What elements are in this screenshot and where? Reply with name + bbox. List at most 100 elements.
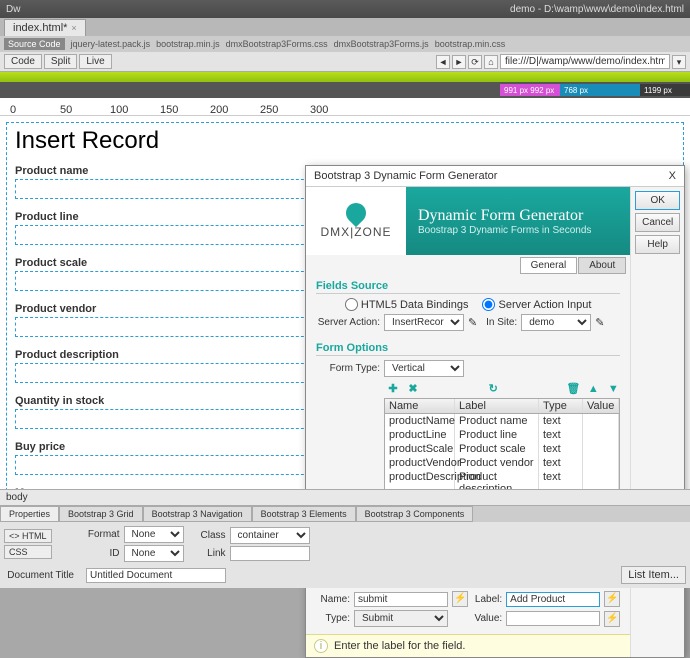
tab-label: index.html* — [13, 22, 67, 34]
live-view-button[interactable]: Live — [79, 54, 111, 69]
prop-tab[interactable]: Bootstrap 3 Grid — [59, 506, 143, 522]
bolt-icon[interactable]: ⚡ — [604, 611, 620, 627]
fp-name-input[interactable] — [354, 592, 448, 607]
ruler: 050100150200250300 — [0, 98, 690, 116]
class-select[interactable]: container — [230, 527, 310, 544]
home-icon[interactable]: ⌂ — [484, 55, 498, 69]
fp-type-select[interactable]: Submit — [354, 610, 448, 627]
prop-tab[interactable]: Bootstrap 3 Elements — [252, 506, 356, 522]
address-input[interactable] — [500, 54, 670, 69]
grid-row[interactable]: productScaleProduct scaletext — [385, 442, 619, 456]
css-tag[interactable]: CSS — [4, 545, 52, 559]
help-button[interactable]: Help — [635, 235, 680, 254]
col-label[interactable]: Label — [455, 399, 539, 413]
hint-bar: i Enter the label for the field. — [306, 634, 630, 657]
app-titlebar: Dw demo - D:\wamp\www\demo\index.html — [0, 0, 690, 18]
prop-tab[interactable]: Properties — [0, 506, 59, 522]
server-action-label: Server Action: — [316, 317, 380, 328]
cancel-button[interactable]: Cancel — [635, 213, 680, 232]
prop-tab[interactable]: Bootstrap 3 Navigation — [143, 506, 252, 522]
hero-title: Dynamic Form Generator — [418, 207, 630, 225]
in-site-label: In Site: — [481, 317, 517, 328]
breakpoint-bar: 991 px 992 px 768 px 1199 px — [0, 82, 690, 98]
format-label: Format — [64, 529, 120, 540]
list-item-button[interactable]: List Item... — [621, 566, 686, 584]
in-site-select[interactable]: demo — [521, 314, 591, 331]
grid-row[interactable]: productVendorProduct vendortext — [385, 456, 619, 470]
app-title: demo - D:\wamp\www\demo\index.html — [510, 4, 684, 15]
page-heading: Insert Record — [15, 127, 675, 155]
status-strip — [0, 72, 690, 82]
dialog-titlebar[interactable]: Bootstrap 3 Dynamic Form Generator X — [306, 166, 684, 187]
section-form-options: Form Options — [316, 342, 620, 356]
col-value[interactable]: Value — [583, 399, 619, 413]
related-file[interactable]: dmxBootstrap3Forms.css — [226, 39, 328, 49]
app-logo: Dw — [6, 4, 20, 15]
dom-breadcrumb[interactable]: body — [0, 489, 690, 506]
refresh-icon[interactable]: ↻ — [486, 382, 500, 396]
fp-type-label: Type: — [316, 613, 350, 624]
close-icon[interactable]: X — [669, 170, 676, 182]
view-toolbar: Code Split Live ◄ ► ⟳ ⌂ ▾ — [0, 52, 690, 72]
related-file[interactable]: dmxBootstrap3Forms.js — [334, 39, 429, 49]
ok-button[interactable]: OK — [635, 191, 680, 210]
fp-value-input[interactable] — [506, 611, 600, 626]
hint-text: Enter the label for the field. — [334, 640, 465, 652]
breakpoint[interactable]: 768 px — [560, 84, 640, 96]
dropdown-icon[interactable]: ▾ — [672, 55, 686, 69]
col-type[interactable]: Type — [539, 399, 583, 413]
related-file[interactable]: bootstrap.min.js — [156, 39, 220, 49]
refresh-icon[interactable]: ⟳ — [468, 55, 482, 69]
form-type-select[interactable]: Vertical — [384, 360, 464, 377]
link-input[interactable] — [230, 546, 310, 561]
fp-name-label: Name: — [316, 594, 350, 605]
grid-row[interactable]: productLineProduct linetext — [385, 428, 619, 442]
section-fields-source: Fields Source — [316, 280, 620, 294]
dmxzone-logo: DMX|ZONE — [306, 187, 406, 255]
edit-icon[interactable]: ✎ — [468, 316, 477, 329]
col-name[interactable]: Name — [385, 399, 455, 413]
add-icon[interactable]: ✚ — [386, 382, 400, 396]
drop-icon — [342, 199, 370, 227]
source-bar: Source Code jquery-latest.pack.js bootst… — [0, 36, 690, 52]
related-file[interactable]: jquery-latest.pack.js — [71, 39, 151, 49]
radio-html5-label: HTML5 Data Bindings — [361, 299, 469, 311]
grid-row[interactable]: productNameProduct nametext — [385, 414, 619, 428]
back-icon[interactable]: ◄ — [436, 55, 450, 69]
bolt-icon[interactable]: ⚡ — [452, 591, 468, 607]
radio-server-label: Server Action Input — [498, 299, 591, 311]
tab-about[interactable]: About — [578, 257, 626, 274]
info-icon: i — [314, 639, 328, 653]
radio-server[interactable] — [482, 298, 495, 311]
down-icon[interactable]: ▼ — [606, 382, 620, 396]
breakpoint[interactable]: 991 px 992 px — [500, 84, 560, 96]
close-icon[interactable]: × — [71, 23, 76, 33]
delete-icon[interactable]: ✖ — [406, 382, 420, 396]
dialog-title: Bootstrap 3 Dynamic Form Generator — [314, 170, 497, 182]
fp-value-label: Value: — [472, 613, 502, 624]
related-file[interactable]: bootstrap.min.css — [435, 39, 506, 49]
html-tag[interactable]: <> HTML — [4, 529, 52, 543]
format-select[interactable]: None — [124, 526, 184, 543]
up-icon[interactable]: ▲ — [586, 382, 600, 396]
server-action-select[interactable]: InsertRecord — [384, 314, 464, 331]
tab-general[interactable]: General — [520, 257, 578, 274]
id-select[interactable]: None — [124, 545, 184, 562]
bolt-icon[interactable]: ⚡ — [604, 591, 620, 607]
code-view-button[interactable]: Code — [4, 54, 42, 69]
breakpoint[interactable]: 1199 px — [640, 84, 690, 96]
prop-tab[interactable]: Bootstrap 3 Components — [356, 506, 474, 522]
form-type-label: Form Type: — [316, 363, 380, 374]
fp-label-input[interactable] — [506, 592, 600, 607]
fp-label-label: Label: — [472, 594, 502, 605]
properties-panel: body Properties Bootstrap 3 Grid Bootstr… — [0, 489, 690, 588]
trash-icon[interactable]: 🗑 — [566, 382, 580, 396]
radio-html5[interactable] — [345, 298, 358, 311]
dialog-banner: DMX|ZONE Dynamic Form Generator Boostrap… — [306, 187, 630, 255]
edit-icon[interactable]: ✎ — [595, 316, 604, 329]
class-label: Class — [196, 530, 226, 541]
split-view-button[interactable]: Split — [44, 54, 77, 69]
forward-icon[interactable]: ► — [452, 55, 466, 69]
doc-title-input[interactable] — [86, 568, 226, 583]
document-tab[interactable]: index.html* × — [4, 19, 86, 36]
